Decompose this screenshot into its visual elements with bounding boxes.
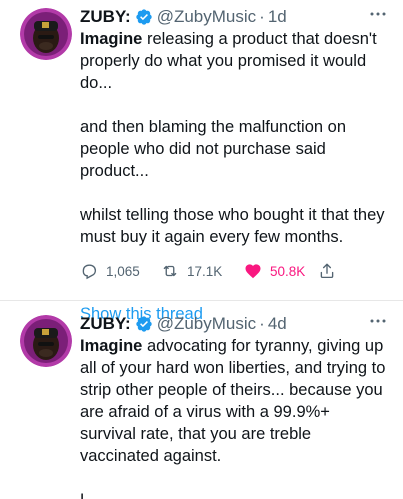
verified-badge-icon	[136, 9, 152, 25]
separator-dot: ·	[259, 7, 265, 26]
tweet-text: Imagine advocating for tyranny, giving u…	[80, 335, 389, 499]
reply-count: 1,065	[106, 263, 140, 279]
more-icon[interactable]	[369, 10, 387, 18]
display-name[interactable]: ZUBY:	[80, 6, 131, 28]
more-icon[interactable]	[369, 317, 387, 325]
tweet-paragraph: L.	[80, 489, 389, 499]
share-button[interactable]	[318, 262, 336, 280]
reply-icon	[82, 264, 97, 280]
separator-dot: ·	[259, 314, 265, 333]
retweet-count: 17.1K	[187, 263, 223, 279]
action-bar: 1,065 17.1K 50.8K	[80, 261, 389, 281]
like-button[interactable]: 50.8K	[244, 262, 318, 280]
display-name[interactable]: ZUBY:	[80, 313, 131, 335]
reply-button[interactable]: 1,065	[80, 262, 161, 280]
timestamp[interactable]: 1d	[268, 6, 287, 28]
heart-icon	[245, 264, 261, 279]
handle[interactable]: @ZubyMusic	[157, 313, 256, 335]
tweet-paragraph: Imagine advocating for tyranny, giving u…	[80, 335, 389, 467]
share-icon	[320, 263, 334, 279]
tweet-paragraph-rest: advocating for tyranny, giving up all of…	[80, 337, 386, 465]
tweet-header: ZUBY: @ZubyMusic · 4d	[80, 313, 389, 335]
verified-badge-icon	[136, 316, 152, 332]
avatar[interactable]	[20, 8, 72, 60]
tweet-bold-word: Imagine	[80, 337, 143, 355]
handle[interactable]: @ZubyMusic	[157, 6, 256, 28]
tweet-header: ZUBY: @ZubyMusic · 1d	[80, 6, 389, 28]
tweet-text: Imagine releasing a product that doesn't…	[80, 28, 389, 248]
like-count: 50.8K	[270, 263, 306, 279]
tweet[interactable]: ZUBY: @ZubyMusic · 1d Imagine releasing …	[0, 0, 403, 323]
tweet-bold-word: Imagine	[80, 30, 143, 48]
retweet-icon	[163, 265, 177, 277]
timestamp[interactable]: 4d	[268, 313, 287, 335]
tweet-paragraph: and then blaming the malfunction on peop…	[80, 118, 347, 180]
tweet-paragraph: whilst telling those who bought it that …	[80, 206, 385, 246]
avatar[interactable]	[20, 315, 72, 367]
retweet-button[interactable]: 17.1K	[161, 262, 244, 280]
tweet[interactable]: ZUBY: @ZubyMusic · 4d Imagine advocating…	[0, 300, 403, 499]
tweet-paragraph: Imagine releasing a product that doesn't…	[80, 28, 389, 94]
